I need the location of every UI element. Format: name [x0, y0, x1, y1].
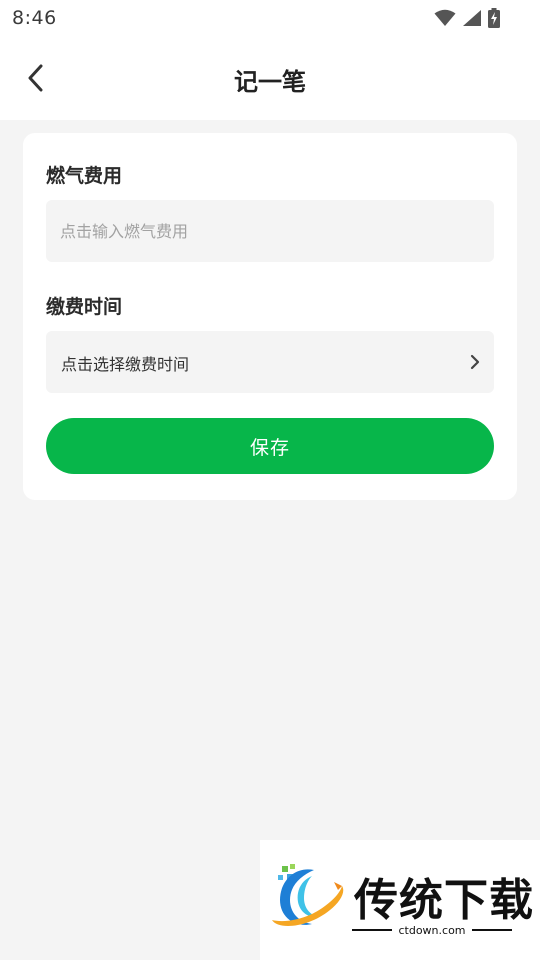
gas-cost-field [46, 200, 494, 262]
app-header: 记一笔 [0, 38, 540, 120]
watermark-brand: 传统下载 [354, 875, 534, 926]
status-icons [434, 8, 500, 28]
wifi-icon [434, 9, 456, 26]
status-bar: 8:46 [0, 0, 540, 38]
gas-cost-input[interactable] [46, 200, 494, 262]
ctdown-logo [272, 864, 344, 926]
divider-line [471, 929, 512, 931]
divider-line [352, 929, 393, 931]
payment-date-label: 缴费时间 [46, 296, 123, 318]
watermark-url: ctdown.com [398, 923, 466, 937]
form-card: 燃气费用 缴费时间 点击选择缴费时间 保存 [23, 133, 517, 500]
payment-date-picker[interactable]: 点击选择缴费时间 [46, 331, 494, 393]
payment-date-value: 点击选择缴费时间 [61, 355, 190, 374]
watermark-url-row: ctdown.com [352, 922, 512, 938]
page-title: 记一笔 [234, 68, 306, 96]
gas-cost-label: 燃气费用 [46, 165, 123, 187]
chevron-right-icon [470, 354, 480, 370]
save-button[interactable]: 保存 [46, 418, 494, 474]
watermark: 传统下载 ctdown.com [260, 840, 540, 960]
battery-charging-icon [488, 8, 500, 28]
signal-icon [463, 10, 481, 26]
status-time: 8:46 [12, 7, 57, 29]
